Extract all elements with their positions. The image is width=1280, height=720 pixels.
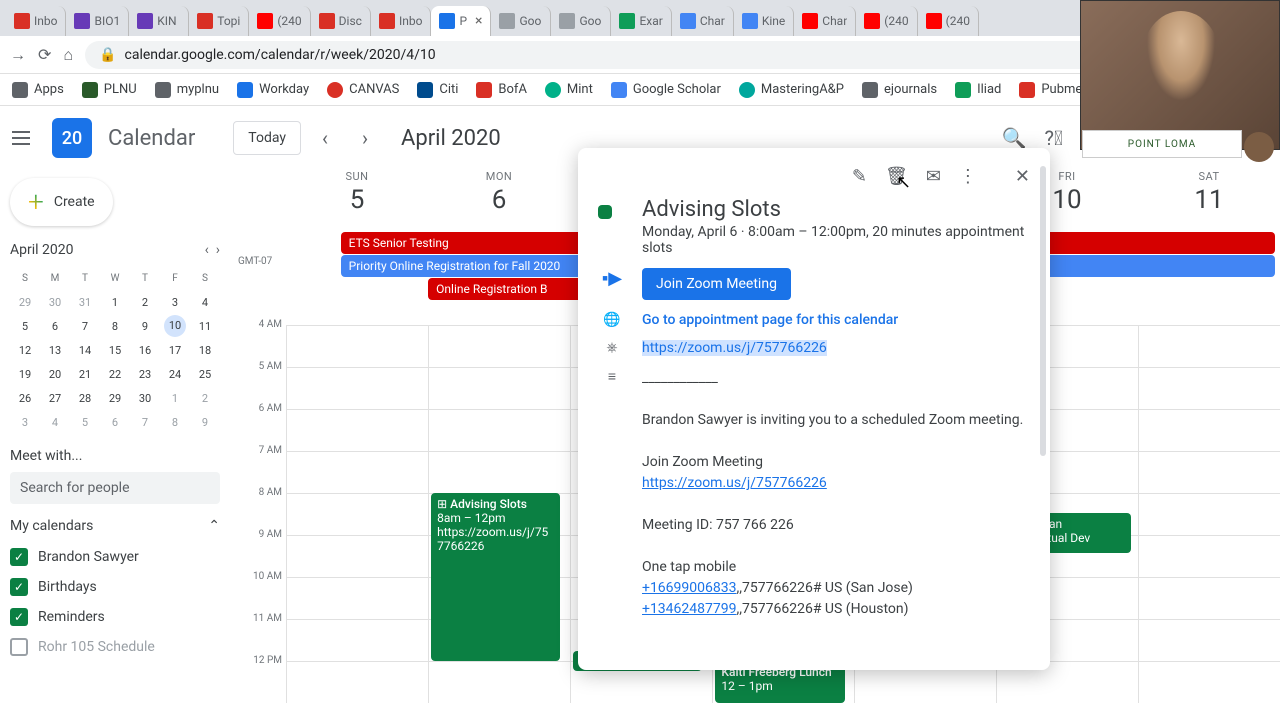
- email-icon[interactable]: ✉: [926, 166, 941, 187]
- appointment-page-link[interactable]: Go to appointment page for this calendar: [642, 312, 898, 328]
- app-title: Calendar: [108, 126, 195, 151]
- edit-icon[interactable]: ✎: [852, 166, 867, 187]
- bookmark-item[interactable]: Workday: [237, 82, 309, 98]
- next-week-button[interactable]: ›: [349, 122, 381, 154]
- prev-week-button[interactable]: ‹: [309, 122, 341, 154]
- browser-tab[interactable]: Inbo: [6, 6, 66, 36]
- browser-tab[interactable]: Kine: [734, 6, 794, 36]
- description-icon: ≡: [598, 368, 626, 620]
- chevron-up-icon[interactable]: ⌃: [208, 518, 220, 534]
- event-title: Advising Slots: [642, 197, 1030, 222]
- mini-next-icon[interactable]: ›: [216, 242, 220, 258]
- lock-icon: 🔒: [99, 47, 116, 63]
- bookmark-item[interactable]: Google Scholar: [611, 82, 721, 98]
- bookmark-item[interactable]: BofA: [476, 82, 527, 98]
- close-icon[interactable]: ✕: [1015, 166, 1030, 187]
- bookmark-item[interactable]: Apps: [12, 82, 64, 98]
- bookmark-item[interactable]: PLNU: [82, 82, 137, 98]
- day-header[interactable]: SUN5: [286, 170, 428, 232]
- browser-tab[interactable]: Char: [794, 6, 856, 36]
- search-icon[interactable]: 🔍: [1002, 126, 1027, 150]
- browser-tab[interactable]: Goo: [491, 6, 551, 36]
- join-zoom-button[interactable]: Join Zoom Meeting: [642, 268, 791, 300]
- timezone-label: GMT-07: [238, 256, 272, 267]
- calendar-toggle[interactable]: ✓Birthdays: [10, 572, 220, 602]
- bookmark-item[interactable]: myplnu: [155, 82, 219, 98]
- help-icon[interactable]: ?⃝: [1045, 126, 1063, 150]
- today-button[interactable]: Today: [233, 121, 301, 155]
- close-icon[interactable]: ×: [475, 13, 482, 29]
- mini-calendar[interactable]: SMTWTFS 2930311234 567891011 12131415161…: [10, 266, 220, 434]
- bookmark-item[interactable]: ejournals: [862, 82, 937, 98]
- event-color-icon: [598, 205, 612, 219]
- scrollbar[interactable]: [1040, 166, 1046, 456]
- url-text: calendar.google.com/calendar/r/week/2020…: [125, 47, 436, 63]
- browser-tab[interactable]: (240: [249, 6, 310, 36]
- bookmark-item[interactable]: Mint: [545, 82, 593, 98]
- calendar-toggle[interactable]: ✓Reminders: [10, 602, 220, 632]
- bookmark-item[interactable]: Citi: [417, 82, 458, 98]
- mini-calendar-header: April 2020 ‹ ›: [10, 242, 220, 258]
- event-advising-slots[interactable]: ⊞ Advising Slots 8am – 12pm https://zoom…: [431, 493, 560, 661]
- zoom-link[interactable]: https://zoom.us/j/757766226: [642, 475, 827, 491]
- browser-tab[interactable]: BIO1: [66, 6, 129, 36]
- mini-prev-icon[interactable]: ‹: [205, 242, 209, 258]
- delete-icon[interactable]: 🗑: [885, 166, 908, 187]
- options-icon[interactable]: ⋮: [959, 166, 977, 187]
- zoom-url-link[interactable]: https://zoom.us/j/757766226: [642, 340, 827, 356]
- plus-icon: +: [28, 188, 44, 216]
- sidebar: + Create April 2020 ‹ › SMTWTFS 29303112…: [0, 170, 230, 720]
- phone-link[interactable]: +13462487799: [642, 601, 737, 617]
- avatar[interactable]: [1244, 132, 1274, 162]
- event-description: ____________ Brandon Sawyer is inviting …: [642, 368, 1030, 620]
- bookmark-item[interactable]: CANVAS: [327, 82, 399, 98]
- bookmark-item[interactable]: Iliad: [955, 82, 1001, 98]
- browser-tab[interactable]: Exar: [611, 6, 671, 36]
- bookmark-item[interactable]: MasteringA&P: [739, 82, 844, 98]
- browser-tab[interactable]: KIN: [129, 6, 189, 36]
- calendar-logo[interactable]: 20: [52, 118, 92, 158]
- video-icon: ▪▶: [598, 268, 626, 300]
- globe-icon: 🌐: [598, 312, 626, 328]
- search-people-input[interactable]: Search for people: [10, 472, 220, 504]
- meet-with-label: Meet with...: [10, 448, 220, 464]
- browser-tab[interactable]: Topi: [189, 6, 249, 36]
- plnu-logo: POINT LOMA: [1082, 130, 1242, 158]
- browser-tab-active[interactable]: P×: [431, 6, 491, 36]
- event-details-popup: ✎ 🗑 ✉ ⋮ ✕ Advising Slots Monday, April 6…: [578, 148, 1050, 670]
- browser-tab[interactable]: (240: [918, 6, 979, 36]
- phone-link[interactable]: +16699006833: [642, 580, 737, 596]
- calendar-toggle[interactable]: Rohr 105 Schedule: [10, 632, 220, 662]
- browser-tab[interactable]: Disc: [311, 6, 371, 36]
- create-button[interactable]: + Create: [10, 178, 113, 226]
- browser-tab[interactable]: Char: [672, 6, 734, 36]
- menu-icon[interactable]: [12, 126, 36, 150]
- browser-tab[interactable]: Inbo: [371, 6, 431, 36]
- location-icon: ⎈: [598, 340, 626, 356]
- event-subtitle: Monday, April 6 · 8:00am – 12:00pm, 20 m…: [642, 224, 1030, 256]
- my-calendars-label[interactable]: My calendars⌃: [10, 518, 220, 534]
- browser-tab[interactable]: (240: [856, 6, 917, 36]
- reload-icon[interactable]: ⟳: [38, 45, 51, 64]
- webcam-overlay: [1080, 0, 1280, 150]
- browser-tab[interactable]: Goo: [551, 6, 611, 36]
- url-input[interactable]: 🔒 calendar.google.com/calendar/r/week/20…: [85, 41, 1158, 69]
- day-header[interactable]: MON6: [428, 170, 570, 232]
- forward-icon[interactable]: →: [10, 45, 26, 65]
- day-header[interactable]: SAT11: [1138, 170, 1280, 232]
- calendar-toggle[interactable]: ✓Brandon Sawyer: [10, 542, 220, 572]
- home-icon[interactable]: ⌂: [63, 45, 73, 65]
- month-label: April 2020: [401, 126, 501, 151]
